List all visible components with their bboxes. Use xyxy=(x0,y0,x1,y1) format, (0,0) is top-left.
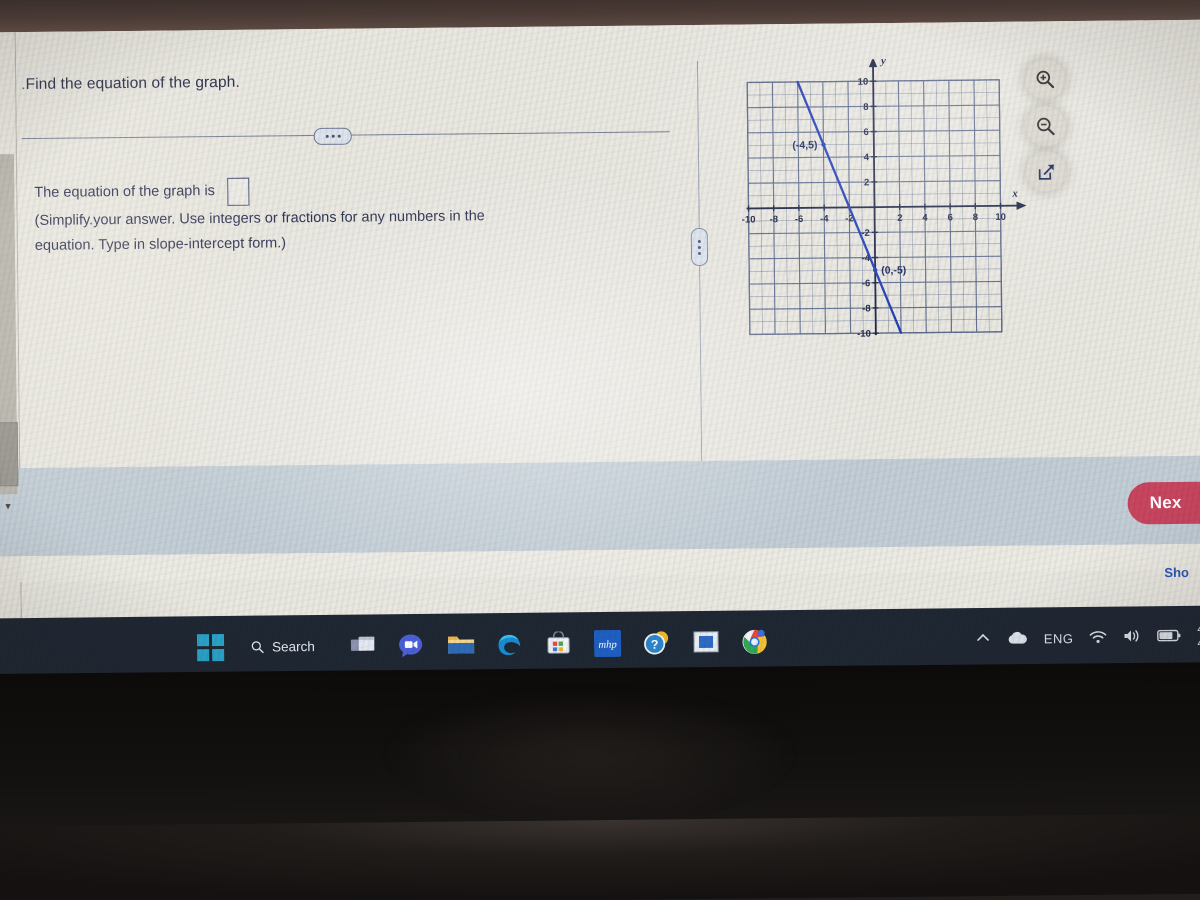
zoom-in-button[interactable] xyxy=(1024,59,1066,100)
chrome-button[interactable] xyxy=(740,626,770,656)
windows-logo-icon xyxy=(196,633,224,661)
answer-prompt-row: The equation of the graph is xyxy=(34,174,634,208)
svg-text:10: 10 xyxy=(858,77,869,88)
dot-1-icon xyxy=(325,134,329,138)
folder-icon xyxy=(447,636,474,654)
task-view-icon xyxy=(350,636,375,651)
svg-text:mhp: mhp xyxy=(599,639,617,650)
svg-text:10: 10 xyxy=(995,212,1006,223)
graph-svg: yx-10 -8 -6 -4 -2 2 4 6 8 10108642-2-4-6-8-10(-4,… xyxy=(742,57,1027,340)
next-button[interactable]: Nex xyxy=(1127,481,1200,525)
vertical-scrollbar-thumb[interactable] xyxy=(0,422,19,487)
laptop-front-lip xyxy=(0,813,1200,900)
question-mark-icon: ? xyxy=(644,630,669,655)
svg-text:6: 6 xyxy=(863,127,868,138)
taskbar-center-group: Search mhp ? xyxy=(195,621,770,667)
language-indicator[interactable]: ENG xyxy=(1044,631,1074,646)
svg-text:-6: -6 xyxy=(862,278,871,289)
svg-text:(0,-5): (0,-5) xyxy=(881,264,906,276)
svg-text:4: 4 xyxy=(922,213,928,224)
battery-icon xyxy=(1157,629,1181,642)
svg-text:-8: -8 xyxy=(770,214,779,225)
dot-2-icon xyxy=(331,134,335,138)
panel-splitter-handle[interactable] xyxy=(690,227,709,267)
window-icon xyxy=(693,631,719,653)
divider-more-handle[interactable] xyxy=(313,127,352,146)
svg-text:-10: -10 xyxy=(742,214,756,225)
open-in-new-window-button[interactable] xyxy=(1025,151,1067,192)
screen-area: ▲ ▼ .Find the equation of the graph. The… xyxy=(0,19,1200,681)
search-label: Search xyxy=(272,638,315,654)
svg-text:-8: -8 xyxy=(862,303,871,314)
start-button[interactable] xyxy=(195,632,225,662)
svg-text:8: 8 xyxy=(973,212,978,223)
zoom-out-icon xyxy=(1037,117,1055,136)
task-view-button[interactable] xyxy=(348,630,378,660)
browser-page: ▲ ▼ .Find the equation of the graph. The… xyxy=(0,19,1200,619)
battery-button[interactable] xyxy=(1157,629,1181,645)
svg-text:4: 4 xyxy=(864,152,870,163)
wifi-button[interactable] xyxy=(1089,629,1107,646)
store-icon xyxy=(547,631,570,654)
svg-text:y: y xyxy=(879,58,886,68)
svg-text:6: 6 xyxy=(948,212,953,223)
answer-input[interactable] xyxy=(226,177,250,206)
chat-button[interactable] xyxy=(397,630,427,660)
taskbar-system-tray: ENG 4 4/ xyxy=(975,606,1200,670)
get-help-button[interactable]: ? xyxy=(642,627,672,657)
answer-hint-line-1: (Simplify.your answer. Use integers or f… xyxy=(34,208,485,229)
zoom-in-icon xyxy=(1036,70,1055,89)
svg-text:-6: -6 xyxy=(795,214,804,225)
svg-text:-4: -4 xyxy=(820,214,829,225)
edge-icon xyxy=(498,634,521,655)
svg-text:x: x xyxy=(1011,188,1018,200)
dot-3-icon xyxy=(337,134,341,138)
show-work-link[interactable]: Sho xyxy=(1164,565,1189,580)
onedrive-button[interactable] xyxy=(1006,630,1028,647)
svg-text:-10: -10 xyxy=(857,329,871,340)
mlp-icon: mhp xyxy=(594,629,622,657)
volume-button[interactable] xyxy=(1123,628,1141,646)
edge-button[interactable] xyxy=(495,629,525,659)
file-explorer-button[interactable] xyxy=(446,629,476,659)
answer-block: The equation of the graph is (Simplify.y… xyxy=(34,174,635,259)
show-work-label: Sho xyxy=(1164,564,1190,581)
teams-chat-icon xyxy=(399,633,423,657)
window-app-button[interactable] xyxy=(691,627,721,657)
search-icon xyxy=(251,640,264,653)
svg-text:?: ? xyxy=(651,637,659,651)
svg-text:2: 2 xyxy=(864,177,869,188)
question-title: .Find the equation of the graph. xyxy=(21,74,240,94)
cloud-icon xyxy=(1008,631,1027,644)
question-title-text: Find the equation of the graph. xyxy=(25,73,240,94)
svg-text:8: 8 xyxy=(863,102,868,113)
svg-text:2: 2 xyxy=(897,213,902,224)
laptop-screen-photo: ▲ ▼ .Find the equation of the graph. The… xyxy=(0,0,1200,900)
wifi-icon xyxy=(1090,630,1107,643)
laptop-palmrest-highlight xyxy=(380,690,800,820)
mlp-button[interactable]: mhp xyxy=(593,628,623,658)
speaker-icon xyxy=(1124,630,1139,642)
dot-2-icon xyxy=(697,245,701,249)
chrome-icon xyxy=(742,629,767,654)
scrollbar-down-arrow[interactable]: ▼ xyxy=(0,498,18,514)
answer-prompt-label: The equation of the graph is xyxy=(34,183,215,202)
exercise-footer-band xyxy=(0,455,1200,557)
microsoft-store-button[interactable] xyxy=(544,628,574,658)
dot-1-icon xyxy=(697,239,701,243)
svg-text:(-4,5): (-4,5) xyxy=(792,139,817,151)
next-button-label: Nex xyxy=(1149,492,1182,513)
dot-3-icon xyxy=(697,251,702,255)
tray-overflow-button[interactable] xyxy=(976,632,990,646)
search-button[interactable]: Search xyxy=(250,639,315,655)
coordinate-graph: y x -10 -8 -6 -4 -2 2 4 6 8 10 10 8 6 4 2 -2 -4 -6 -8 -10 (-4,… xyxy=(739,57,1028,367)
open-in-new-window-icon xyxy=(1038,163,1054,180)
chevron-up-icon xyxy=(976,633,989,641)
zoom-out-button[interactable] xyxy=(1025,106,1066,147)
